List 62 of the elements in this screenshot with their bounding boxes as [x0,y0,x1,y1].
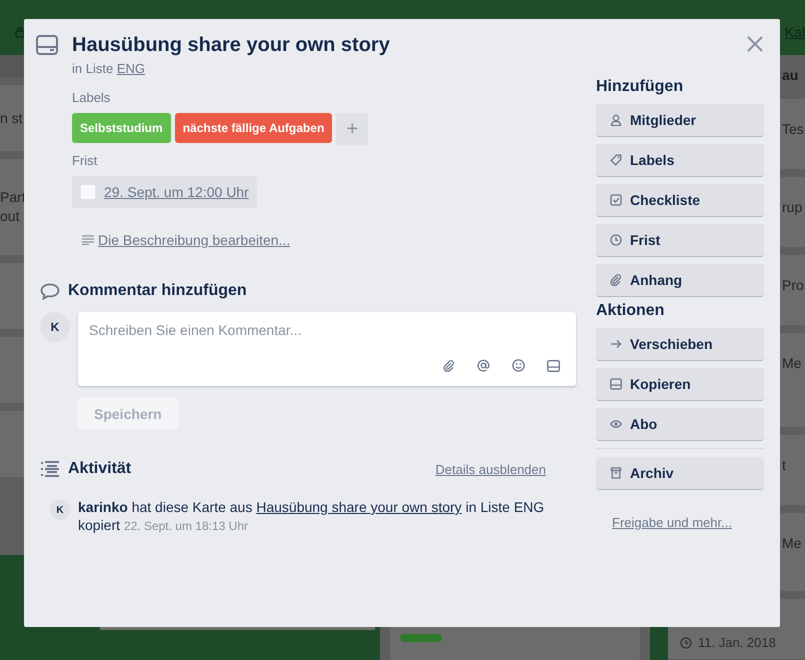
sidebar-heading: Aktionen [596,302,666,320]
tag-button[interactable]: Labels [596,144,764,176]
paperclip-icon[interactable] [443,360,455,372]
section-label: Frist [72,153,98,168]
person-icon [610,114,622,126]
label-bar [400,634,442,642]
checkbox-icon [610,194,622,206]
card-button[interactable]: Kopieren [596,368,764,400]
clip-button[interactable]: Anhang [596,264,764,296]
avatar: K [50,500,70,520]
hide-details-link[interactable]: Details ausblenden [435,462,546,476]
list-link[interactable]: ENG [116,61,145,76]
card-title-fragment: Me [782,535,802,551]
activity-list-icon [40,460,60,478]
list-caption: in Liste [72,61,114,76]
paperclip-icon [610,274,622,286]
card-title-fragment: Tes [782,121,805,137]
emoji-icon[interactable] [512,359,525,372]
description-icon [82,235,94,245]
card-title-fragment: Pro [782,277,805,293]
card-title: Hausübung share your own story [72,33,391,57]
sidebar-heading: Hinzufügen [596,78,684,96]
section-label: Labels [72,90,112,105]
card-link[interactable]: Hausübung share your own story [256,499,462,515]
card-icon [36,35,58,55]
lock-icon [14,26,26,38]
archive-icon [610,467,622,479]
card-icon[interactable] [547,360,560,372]
card-title-fragment: out [0,207,20,226]
activity-text: karinko hat diese Karte aus Hausübung share your own story in Liste ENG kopiert 22. Sept. um 18:13 Uhr [78,498,546,535]
clock-icon [610,234,622,246]
tag-icon [610,154,622,166]
card-title-fragment: t [782,457,787,473]
checklist-button[interactable]: Checkliste [596,184,764,216]
eye-icon [610,418,622,430]
board-card [0,263,24,329]
arrow-icon [610,338,622,350]
avatar: K [40,312,70,342]
section-heading: Kommentar hinzufügen [68,282,247,300]
card-title-fragment: rup [782,199,804,215]
edit-description-link[interactable]: Die Beschreibung bearbeiten... [98,232,290,248]
arrow-button[interactable]: Verschieben [596,328,764,360]
card-due-date: 11. Jan. 2018 [698,635,776,650]
card-title-fragment: Me [782,355,802,371]
eye-button[interactable]: Abo [596,408,764,440]
comment-field[interactable]: Schreiben Sie einen Kommentar... [78,312,576,386]
archive-button[interactable]: Archiv [596,457,764,489]
clock-button[interactable]: Frist [596,224,764,256]
card-title-fragment: Part [0,188,26,207]
section-heading: Aktivität [68,460,132,478]
checkbox[interactable] [80,184,96,200]
person-button[interactable]: Mitglieder [596,104,764,136]
due-date-text: 29. Sept. um 12:00 Uhr [104,184,249,200]
at-sign-icon[interactable] [477,359,490,372]
board-card [0,337,24,403]
speech-bubble-icon [40,282,60,300]
board-card [0,411,24,477]
clock-icon [680,636,692,648]
close-icon[interactable] [746,35,764,53]
card-icon [610,378,622,390]
card-title-fragment: n st [0,108,23,128]
share-and-more-link[interactable]: Freigabe und mehr... [612,515,764,530]
